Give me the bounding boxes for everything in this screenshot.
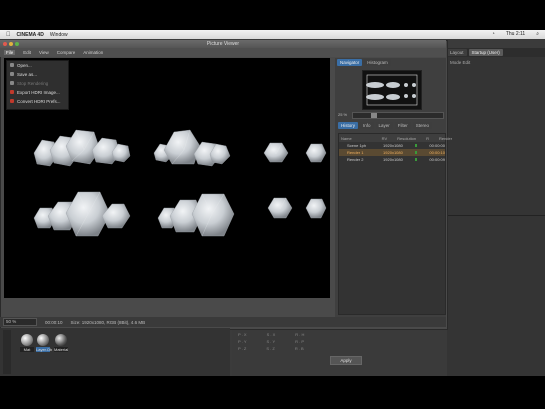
- thumbnail-image: [366, 74, 418, 106]
- material-manager: [0, 328, 230, 376]
- search-icon[interactable]: ⌕: [536, 31, 539, 37]
- minimize-icon[interactable]: [9, 42, 13, 46]
- menu-animation[interactable]: Animation: [83, 50, 103, 55]
- hdri-icon: [10, 90, 14, 94]
- history-row[interactable]: Render 1 1920x1080 00:00:10: [339, 149, 445, 156]
- window-controls: [3, 42, 19, 46]
- file-menu-dropdown: Open... Save as... Stop Rendering Export…: [6, 60, 69, 110]
- zoom-slider[interactable]: [352, 112, 444, 119]
- material-preview: [21, 334, 33, 346]
- material-swatch[interactable]: Layer.Ob: [36, 334, 52, 352]
- coordinates-manager: P . X S . X R . H P . Y S . Y R . P P . …: [232, 330, 447, 376]
- window-menu[interactable]: Window: [50, 32, 68, 38]
- tab-navigator[interactable]: Navigator: [337, 59, 363, 66]
- stop-icon: [10, 81, 14, 85]
- zoom-readout: 25 %: [338, 112, 348, 117]
- status-dot: [414, 144, 418, 147]
- menu-item-stop-rendering: Stop Rendering: [7, 79, 68, 88]
- material-preview: [55, 334, 67, 346]
- folder-icon: [10, 63, 14, 67]
- tab-layer[interactable]: Layer: [375, 122, 393, 129]
- history-row[interactable]: Scene 1ph 1920x1080 00:00:00: [339, 142, 445, 149]
- navigator-tabs: Navigator Histogram: [337, 59, 391, 66]
- coord-label: S . X: [266, 332, 276, 337]
- history-list: Name RV Resolution R Render Scene 1ph 19…: [338, 133, 453, 315]
- coord-label: R . B: [294, 346, 304, 351]
- coord-label: P . Y: [238, 339, 247, 344]
- coord-label: P . Z: [238, 346, 247, 351]
- picture-viewer-title: Picture Viewer: [0, 40, 446, 48]
- render-time: 00:00:10: [45, 319, 63, 325]
- navigator-thumbnail[interactable]: [362, 70, 422, 110]
- hdri-icon: [10, 99, 14, 103]
- wifi-icon[interactable]: ◔: [492, 31, 495, 37]
- coord-label: P . X: [238, 332, 247, 337]
- menu-view[interactable]: View: [39, 50, 49, 55]
- object-manager-panel: [447, 48, 545, 376]
- tab-startup[interactable]: Startup (User): [468, 49, 503, 56]
- coord-label: S . Z: [266, 346, 275, 351]
- menu-compare[interactable]: Compare: [57, 50, 76, 55]
- layout-tabs: Layout Startup (User): [447, 48, 545, 57]
- picture-viewer-menubar: File Edit View Compare Animation: [0, 48, 446, 57]
- menu-edit[interactable]: Edit: [23, 50, 31, 55]
- letterbox-bottom: [0, 376, 545, 409]
- panel-mode-menu[interactable]: Mode Edit: [450, 60, 470, 65]
- clock[interactable]: Thu 2:11: [506, 31, 525, 37]
- status-dot: [414, 158, 418, 161]
- menu-item-save-as[interactable]: Save as...: [7, 70, 68, 79]
- menu-item-open[interactable]: Open...: [7, 61, 68, 70]
- menu-file[interactable]: File: [4, 50, 16, 55]
- image-size-info: Size: 1920x1080, RGB (8Bit), 4.6 MB: [70, 319, 146, 325]
- tab-layout[interactable]: Layout: [447, 49, 467, 56]
- tab-filter[interactable]: Filter: [394, 122, 411, 129]
- history-row[interactable]: Render 2 1920x1080 00:00:09: [339, 156, 445, 163]
- menu-item-convert-hdri[interactable]: Convert HDRI Prefs...: [7, 97, 68, 106]
- app-menu[interactable]: CINEMA 4D: [17, 32, 44, 38]
- save-icon: [10, 72, 14, 76]
- mac-menubar:  CINEMA 4D Window ◔ Thu 2:11 ⌕: [0, 30, 545, 39]
- material-swatch[interactable]: Material: [54, 334, 68, 352]
- close-icon[interactable]: [3, 42, 7, 46]
- tab-stereo[interactable]: Stereo: [412, 122, 433, 129]
- tab-histogram[interactable]: Histogram: [364, 59, 391, 66]
- history-header: Name RV Resolution R Render: [339, 134, 453, 142]
- tab-info[interactable]: Info: [360, 122, 374, 129]
- zoom-icon[interactable]: [15, 42, 19, 46]
- picture-viewer-statusbar: 50 % 00:00:10 Size: 1920x1080, RGB (8Bit…: [0, 317, 446, 327]
- panel-divider: [447, 215, 545, 216]
- letterbox-top: [0, 0, 545, 30]
- coord-label: R . P: [295, 339, 305, 344]
- material-toolbar: [3, 330, 11, 374]
- material-swatch[interactable]: Mat: [20, 334, 34, 352]
- menu-item-export-hdri[interactable]: Export HDRI Image...: [7, 88, 68, 97]
- coord-label: S . Y: [266, 339, 276, 344]
- coord-label: R . H: [295, 332, 305, 337]
- zoom-field[interactable]: 50 %: [3, 318, 37, 326]
- status-dot: [414, 151, 418, 154]
- material-preview: [37, 334, 49, 346]
- apple-icon[interactable]: : [6, 32, 11, 38]
- tab-history[interactable]: History: [338, 122, 359, 129]
- apply-button[interactable]: Apply: [330, 356, 362, 365]
- slider-handle[interactable]: [371, 113, 377, 118]
- info-tabs: History Info Layer Filter Stereo: [338, 122, 433, 129]
